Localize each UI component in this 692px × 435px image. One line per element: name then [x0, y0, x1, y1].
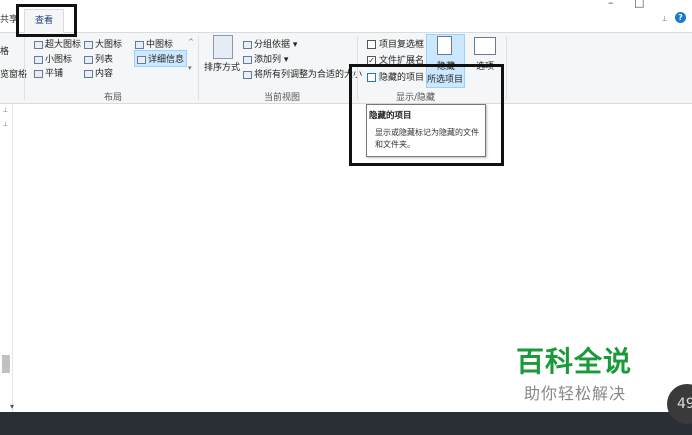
item-checkbox-toggle[interactable]: 项目复选框 — [367, 37, 424, 50]
tiles-icon — [34, 69, 43, 78]
annotation-box-view-tab — [16, 4, 77, 37]
item-checkbox-box[interactable] — [367, 40, 376, 49]
pin-icon: ⟂ — [3, 120, 8, 128]
pin-icon[interactable]: ⟂ — [662, 14, 667, 24]
layout-item-label: 详细信息 — [148, 55, 185, 65]
title-bar — [0, 0, 692, 8]
fit-columns-icon — [243, 70, 252, 79]
nav-scroll-down-icon[interactable]: ▾ — [10, 402, 14, 411]
fit-columns-button[interactable]: 将所有列调整为合适的大小 — [243, 67, 362, 80]
medium-icons-icon — [135, 40, 144, 49]
layout-item-label: 超大图标 — [45, 40, 82, 50]
group-by-label: 分组依据 ▾ — [254, 40, 298, 50]
layout-list[interactable]: 列表 — [84, 52, 113, 65]
layout-details[interactable]: 详细信息 — [134, 50, 188, 67]
layout-medium-icons[interactable]: 中图标 — [135, 37, 173, 50]
current-view-group-label: 当前视图 — [264, 93, 301, 103]
layout-large-icons[interactable]: 大图标 — [84, 37, 122, 50]
group-separator — [506, 36, 507, 100]
group-by-icon — [243, 40, 252, 49]
layout-item-label: 大图标 — [95, 40, 123, 50]
large-icons-icon — [84, 40, 93, 49]
watermark-subtitle: 助你轻松解决 — [524, 384, 627, 403]
annotation-box-hidden-items — [349, 64, 504, 166]
extra-large-icons-icon — [34, 40, 43, 49]
hide-selected-icon — [437, 36, 452, 55]
group-by-button[interactable]: 分组依据 ▾ — [243, 37, 297, 50]
small-icons-icon — [34, 55, 43, 64]
help-icon[interactable]: ? — [675, 12, 686, 23]
layout-item-label: 中图标 — [146, 40, 174, 50]
pin-icon: ⟂ — [3, 106, 8, 114]
layout-tiles[interactable]: 平铺 — [34, 66, 63, 79]
layout-small-icons[interactable]: 小图标 — [34, 52, 72, 65]
layout-item-label: 内容 — [95, 69, 114, 79]
list-icon — [84, 55, 93, 64]
content-icon — [84, 69, 93, 78]
sort-by-button[interactable]: 排序方式 — [204, 60, 240, 73]
ribbon-tab-row — [0, 8, 692, 33]
layout-item-label: 小图标 — [45, 55, 73, 65]
background-strip — [0, 412, 692, 435]
preview-pane-item[interactable]: 览窗格 — [0, 67, 27, 80]
sort-by-icon — [213, 35, 233, 59]
vertical-scrollbar[interactable] — [676, 104, 692, 404]
fit-columns-label: 将所有列调整为合适的大小 — [254, 70, 363, 80]
item-checkbox-label: 项目复选框 — [379, 40, 425, 50]
add-column-button[interactable]: 添加列 ▾ — [243, 52, 288, 65]
details-icon — [137, 55, 146, 64]
layout-extra-large-icons[interactable]: 超大图标 — [34, 37, 81, 50]
add-column-label: 添加列 ▾ — [254, 55, 289, 65]
nav-scrollbar-thumb[interactable] — [2, 355, 10, 373]
layout-item-label: 平铺 — [45, 69, 64, 79]
layout-scroll-down[interactable]: ▾ — [188, 64, 192, 72]
group-separator — [198, 36, 199, 100]
watermark-title: 百科全说 — [516, 345, 633, 378]
nav-pane-item[interactable]: 格 — [0, 44, 9, 57]
group-separator — [24, 36, 25, 100]
add-column-icon — [243, 55, 252, 64]
layout-group-label: 布局 — [104, 93, 123, 103]
layout-scroll-up[interactable]: ^ — [188, 38, 194, 46]
layout-item-label: 列表 — [95, 55, 114, 65]
layout-content[interactable]: 内容 — [84, 66, 113, 79]
options-icon — [474, 37, 496, 55]
